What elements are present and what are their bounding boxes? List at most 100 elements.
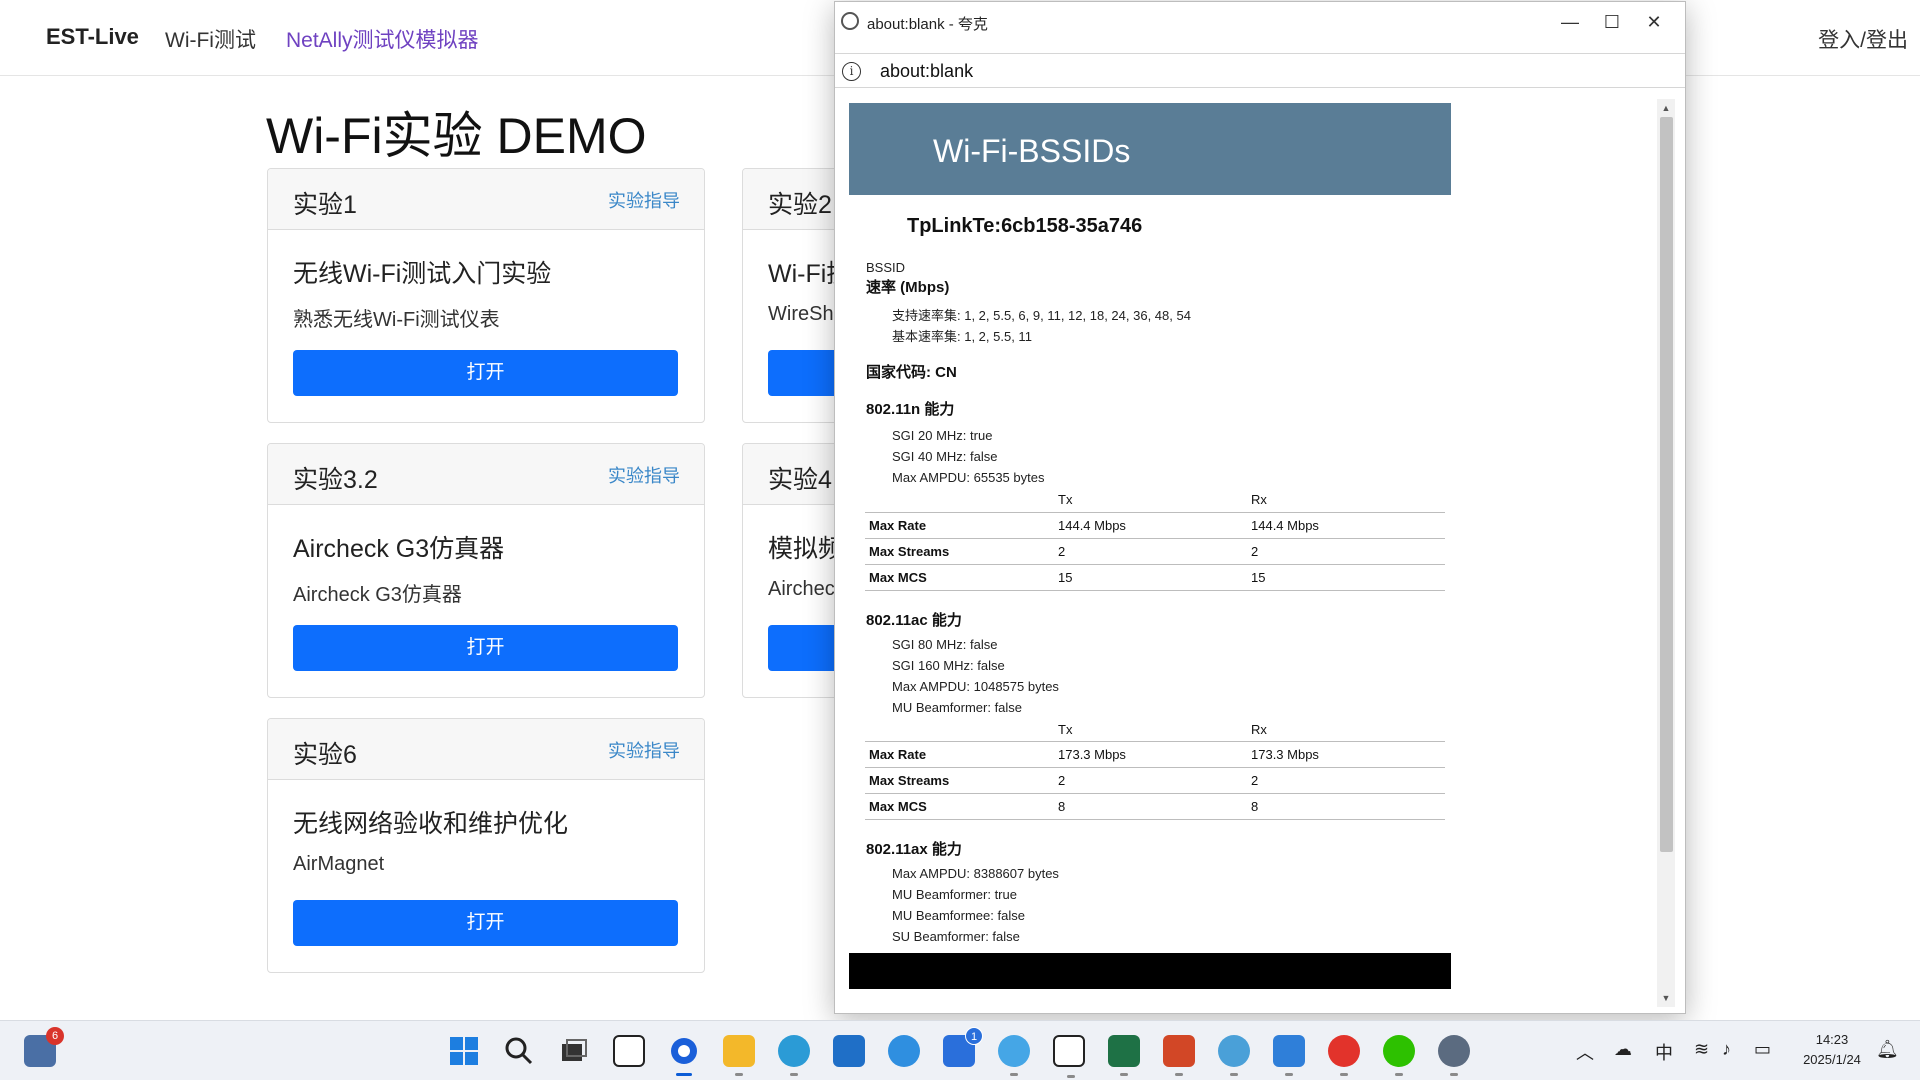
experiment-card-6: 实验6 实验指导 无线网络验收和维护优化 AirMagnet 打开 (267, 718, 705, 973)
globe-icon (841, 12, 859, 30)
system-clock[interactable]: 14:23 2025/1/24 (1796, 1030, 1868, 1070)
experiment-guide-link[interactable]: 实验指导 (608, 737, 680, 763)
todo-icon[interactable]: 1 (943, 1027, 983, 1067)
cap-item: Max AMPDU: 1048575 bytes (892, 678, 1059, 694)
nav-link-wifi-test[interactable]: Wi-Fi测试 (165, 24, 256, 54)
brand-link[interactable]: EST-Live (46, 24, 139, 50)
network-tool-icon[interactable] (1218, 1035, 1250, 1076)
card-subtitle: 熟悉无线Wi-Fi测试仪表 (293, 309, 500, 331)
table-cell: 144.4 Mbps (1251, 511, 1445, 538)
cap-item: Max AMPDU: 65535 bytes (892, 470, 1045, 485)
quark-browser-icon[interactable] (668, 1035, 700, 1076)
table-header: Tx (1058, 721, 1073, 737)
search-icon[interactable] (503, 1035, 535, 1067)
windows-start-icon[interactable] (448, 1035, 480, 1067)
cap-item: MU Beamformer: false (892, 699, 1023, 715)
cap-item: MU Beamformer: true (892, 887, 1017, 902)
notepad-icon[interactable] (1273, 1035, 1305, 1076)
tray-overflow-chevron-icon[interactable]: ︿ (1576, 1039, 1594, 1065)
wifi-icon[interactable]: ≋ (1694, 1039, 1709, 1060)
notification-bell-icon[interactable]: 🔔︎ (1876, 1039, 1899, 1060)
cap-item: SGI 20 MHz: true (892, 428, 993, 443)
experiment-guide-link[interactable]: 实验指导 (608, 462, 680, 488)
table-cell: 2 (1058, 537, 1251, 564)
vertical-scrollbar[interactable]: ▲ ▼ (1657, 99, 1675, 1007)
login-logout-link[interactable]: 登入/登出 (1818, 24, 1908, 54)
popup-browser-window: about:blank - 夸克 — ☐ ✕ i about:blank Wi-… (834, 1, 1686, 1014)
powerpoint-icon[interactable] (1163, 1035, 1195, 1076)
microsoft-store-icon[interactable] (833, 1035, 865, 1067)
table-cell: Max Streams (865, 767, 1058, 794)
card-header: 实验3.2 实验指导 (268, 444, 704, 505)
scroll-down-arrow-icon[interactable]: ▼ (1657, 989, 1675, 1007)
notion-icon[interactable] (613, 1035, 645, 1067)
table-cell: 8 (1058, 793, 1251, 820)
minimize-button[interactable]: — (1555, 12, 1585, 33)
excel-icon[interactable] (1108, 1035, 1140, 1076)
onedrive-cloud-icon[interactable]: ☁ (1614, 1039, 1632, 1060)
table-cell: 173.3 Mbps (1058, 741, 1251, 768)
settings-gear-icon[interactable] (1438, 1035, 1470, 1076)
notification-badge: 1 (965, 1027, 983, 1045)
open-button[interactable]: 打开 (293, 625, 678, 671)
card-header: 实验6 实验指导 (268, 719, 704, 780)
volume-icon[interactable]: ♪ (1722, 1039, 1731, 1060)
card-header: 实验1 实验指导 (268, 169, 704, 230)
edge-browser-icon[interactable] (778, 1035, 810, 1076)
close-button[interactable]: ✕ (1639, 12, 1669, 33)
page-title: Wi-Fi实验 DEMO (266, 108, 647, 164)
cap-item: SGI 80 MHz: false (892, 636, 998, 652)
experiment-guide-link[interactable]: 实验指导 (608, 187, 680, 213)
table-cell: 2 (1058, 767, 1251, 794)
country-code: 国家代码: CN (866, 364, 957, 381)
table-cell: 2 (1251, 767, 1445, 794)
section-80211ac: 802.11ac 能力 (866, 611, 962, 629)
table-cell: 8 (1251, 793, 1445, 820)
basic-rates: 基本速率集: 1, 2, 5.5, 11 (892, 329, 1032, 344)
card-subtitle: Airchec (768, 578, 835, 600)
table-row: Max Rate 173.3 Mbps 173.3 Mbps (865, 741, 1445, 768)
card-subtitle: WireSh (768, 303, 834, 325)
table-cell: Max Rate (865, 741, 1058, 768)
widgets-icon[interactable]: 6 (24, 1027, 64, 1067)
table-header-row: Tx Rx (865, 718, 1445, 742)
table-header-row: Tx Rx (865, 488, 1445, 512)
battery-icon[interactable]: ▭ (1754, 1039, 1771, 1060)
scroll-up-arrow-icon[interactable]: ▲ (1657, 99, 1675, 117)
chat-search-icon[interactable] (998, 1035, 1030, 1076)
address-text[interactable]: about:blank (880, 61, 973, 82)
notion-icon[interactable] (1053, 1035, 1085, 1078)
file-explorer-icon[interactable] (723, 1035, 755, 1076)
wechat-icon[interactable] (1383, 1035, 1415, 1076)
maximize-button[interactable]: ☐ (1597, 12, 1627, 33)
scroll-thumb[interactable] (1660, 117, 1673, 852)
window-titlebar[interactable]: about:blank - 夸克 — ☐ ✕ (835, 2, 1685, 53)
ssid-title: TpLinkTe:6cb158-35a746 (907, 215, 1143, 237)
address-bar[interactable]: i about:blank (835, 53, 1685, 88)
open-button[interactable]: 打开 (293, 900, 678, 946)
table-header: Rx (1251, 721, 1267, 737)
app-v-icon[interactable] (888, 1035, 920, 1067)
cap-item: Max AMPDU: 8388607 bytes (892, 866, 1059, 881)
cap-item: SGI 160 MHz: false (892, 657, 1005, 673)
table-row: Max MCS 15 15 (865, 563, 1445, 591)
table-header (865, 718, 1058, 742)
card-header-title: 实验4 (768, 466, 832, 494)
task-view-icon[interactable] (558, 1035, 590, 1067)
card-title: 模拟频 (768, 535, 844, 563)
input-method-indicator[interactable]: 中 (1655, 1039, 1673, 1065)
clock-date: 2025/1/24 (1803, 1052, 1861, 1067)
open-button[interactable]: 打开 (293, 350, 678, 396)
bssid-report: Wi-Fi-BSSIDs TpLinkTe:6cb158-35a746 BSSI… (849, 103, 1451, 989)
nav-link-netally-simulator[interactable]: NetAlly测试仪模拟器 (286, 24, 479, 54)
table-row: Max Streams 2 2 (865, 537, 1445, 564)
card-body: 无线Wi-Fi测试入门实验 熟悉无线Wi-Fi测试仪表 打开 (268, 230, 704, 422)
info-icon[interactable]: i (842, 62, 861, 81)
app-g-icon[interactable] (1328, 1035, 1360, 1076)
window-title: about:blank - 夸克 (867, 16, 988, 33)
black-footer-bar (849, 953, 1451, 989)
windows-taskbar: 6 1 ︿ ☁ 中 ≋ ♪ ▭ 14:23 2025/1/24 🔔︎ (0, 1020, 1920, 1080)
capability-table-80211n: Tx Rx Max Rate 144.4 Mbps 144.4 Mbps Max… (865, 488, 1445, 591)
rate-heading: 速率 (Mbps) (866, 279, 950, 296)
card-header-title: 实验1 (293, 191, 357, 219)
